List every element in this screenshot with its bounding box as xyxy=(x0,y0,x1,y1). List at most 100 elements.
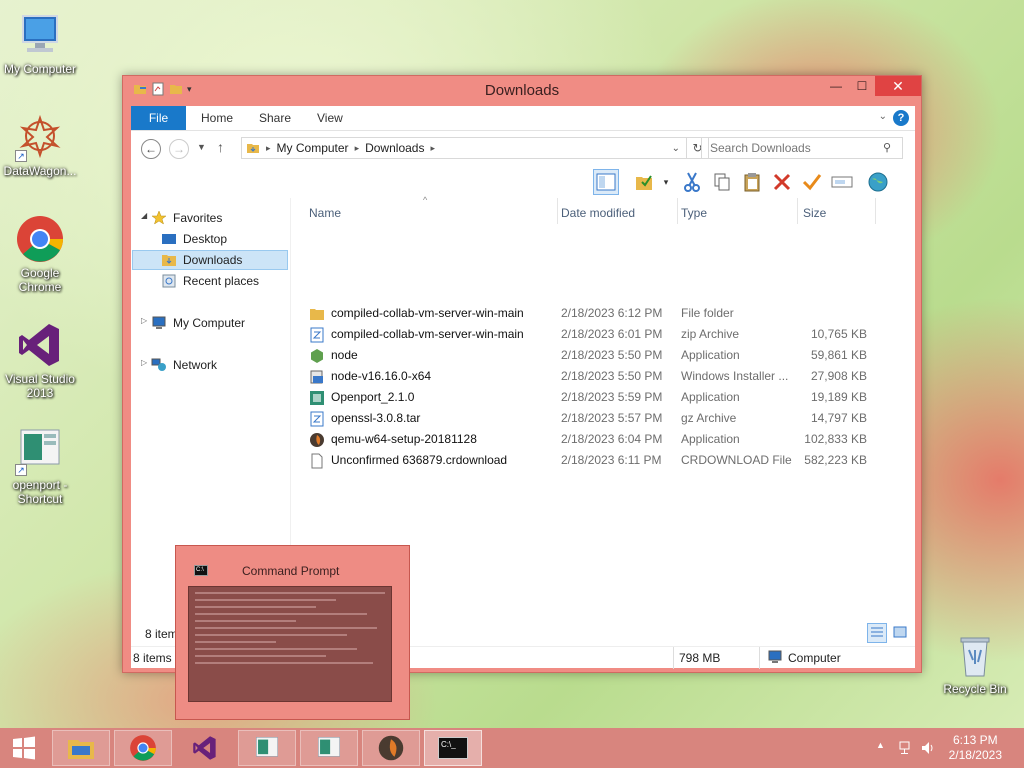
column-divider[interactable] xyxy=(797,198,798,224)
nav-item-favorites[interactable]: Favorites xyxy=(151,208,222,228)
desktop-icon-my-computer[interactable]: My Computer xyxy=(0,10,80,76)
tab-view[interactable]: View xyxy=(303,106,357,130)
file-row[interactable]: node 2/18/2023 5:50 PM Application 59,86… xyxy=(301,345,901,366)
desktop-icon-chrome[interactable]: Google Chrome xyxy=(0,214,80,294)
column-divider[interactable] xyxy=(677,198,678,224)
column-divider[interactable] xyxy=(557,198,558,224)
taskbar-visual-studio[interactable] xyxy=(176,730,234,766)
file-row[interactable]: Openport_2.1.0 2/18/2023 5:59 PM Applica… xyxy=(301,387,901,408)
collapse-chevron-icon[interactable]: ◢ xyxy=(141,211,147,220)
taskbar-command-prompt[interactable]: C:\_ xyxy=(424,730,482,766)
breadcrumb-downloads[interactable]: Downloads xyxy=(365,141,424,155)
expand-chevron-icon[interactable]: ▷ xyxy=(141,316,147,325)
nav-item-downloads[interactable]: Downloads xyxy=(132,250,288,270)
volume-icon[interactable] xyxy=(920,740,936,756)
window-controls: — ☐ ✕ xyxy=(823,76,921,96)
rename-icon[interactable] xyxy=(829,169,855,195)
preview-pane-icon[interactable] xyxy=(593,169,619,195)
zip-icon xyxy=(309,327,325,343)
column-header-size[interactable]: Size xyxy=(803,206,826,220)
desktop-icon-recycle-bin[interactable]: Recycle Bin xyxy=(935,630,1015,696)
taskbar: C:\_ ▲ 6:13 PM 2/18/2023 xyxy=(0,728,1024,768)
globe-icon[interactable] xyxy=(865,169,891,195)
desktop-icon-label: Visual Studio 2013 xyxy=(5,372,75,400)
file-row[interactable]: qemu-w64-setup-20181128 2/18/2023 6:04 P… xyxy=(301,429,901,450)
forward-button[interactable]: → xyxy=(169,139,189,159)
nav-item-network[interactable]: Network xyxy=(151,355,217,375)
breadcrumb-my-computer[interactable]: My Computer xyxy=(277,141,349,155)
thumbnail-title: Command Prompt xyxy=(242,564,340,578)
system-clock[interactable]: 6:13 PM 2/18/2023 xyxy=(949,733,1002,763)
minimize-button[interactable]: — xyxy=(823,76,849,96)
file-size: 582,223 KB xyxy=(804,453,867,467)
expand-chevron-icon[interactable]: ▷ xyxy=(141,358,147,367)
node-icon xyxy=(309,348,325,364)
openport-icon xyxy=(256,737,278,757)
cut-icon[interactable] xyxy=(679,169,705,195)
paste-icon[interactable] xyxy=(739,169,765,195)
recent-locations-icon[interactable]: ▼ xyxy=(197,142,206,152)
tab-home[interactable]: Home xyxy=(187,106,247,130)
close-button[interactable]: ✕ xyxy=(875,76,921,96)
column-header-date[interactable]: Date modified xyxy=(561,206,635,220)
up-arrow-icon[interactable]: ↑ xyxy=(217,139,224,155)
desktop-icon-openport[interactable]: ↗ openport - Shortcut xyxy=(0,426,80,506)
copy-icon[interactable] xyxy=(709,169,735,195)
file-name: node xyxy=(331,348,358,362)
address-input[interactable]: ▸ My Computer ▸ Downloads ▸ ⌄ xyxy=(241,137,687,159)
taskbar-openport-2[interactable] xyxy=(300,730,358,766)
delete-icon[interactable] xyxy=(769,169,795,195)
visual-studio-icon xyxy=(193,736,216,760)
tab-share[interactable]: Share xyxy=(245,106,305,130)
file-row[interactable]: openssl-3.0.8.tar 2/18/2023 5:57 PM gz A… xyxy=(301,408,901,429)
star-icon xyxy=(151,210,167,225)
cmd-icon: C:\ xyxy=(194,565,208,576)
search-icon: ⚲ xyxy=(883,142,892,154)
nav-item-my-computer[interactable]: My Computer xyxy=(151,313,245,333)
breadcrumb-chevron-icon[interactable]: ▸ xyxy=(430,143,435,154)
address-dropdown-icon[interactable]: ⌄ xyxy=(672,143,680,154)
file-name: compiled-collab-vm-server-win-main xyxy=(331,306,524,320)
desktop-icon xyxy=(161,232,177,246)
chevron-down-icon[interactable]: ▾ xyxy=(653,169,679,195)
command-prompt-thumbnail[interactable]: C:\ Command Prompt xyxy=(175,545,410,720)
desktop-icon-datawagon[interactable]: ↗ DataWagon... xyxy=(0,112,80,178)
computer-icon xyxy=(767,650,783,664)
column-divider[interactable] xyxy=(875,198,876,224)
file-date: 2/18/2023 6:12 PM xyxy=(561,306,663,320)
taskbar-file-explorer[interactable] xyxy=(52,730,110,766)
taskbar-qemu[interactable] xyxy=(362,730,420,766)
checkmark-icon[interactable] xyxy=(799,169,825,195)
back-button[interactable]: ← xyxy=(141,139,161,159)
ribbon-expand-icon[interactable]: ⌄ xyxy=(879,111,887,122)
title-bar[interactable]: ▾ Downloads — ☐ ✕ xyxy=(123,76,921,104)
file-row[interactable]: node-v16.16.0-x64 2/18/2023 5:50 PM Wind… xyxy=(301,366,901,387)
column-header-name[interactable]: Name xyxy=(309,206,341,220)
breadcrumb-chevron-icon[interactable]: ▸ xyxy=(355,143,360,154)
desktop-icon-visual-studio[interactable]: Visual Studio 2013 xyxy=(0,320,80,400)
taskbar-chrome[interactable] xyxy=(114,730,172,766)
show-hidden-icons-icon[interactable]: ▲ xyxy=(876,740,892,756)
tab-file[interactable]: File xyxy=(131,106,186,130)
taskbar-openport-1[interactable] xyxy=(238,730,296,766)
file-row[interactable]: compiled-collab-vm-server-win-main 2/18/… xyxy=(301,324,901,345)
nav-item-desktop[interactable]: Desktop xyxy=(161,229,286,249)
file-row[interactable]: compiled-collab-vm-server-win-main 2/18/… xyxy=(301,303,901,324)
file-row[interactable]: Unconfirmed 636879.crdownload 2/18/2023 … xyxy=(301,450,901,471)
breadcrumb-chevron-icon[interactable]: ▸ xyxy=(266,143,271,154)
status-divider xyxy=(759,647,760,669)
file-name: openssl-3.0.8.tar xyxy=(331,411,421,425)
computer-icon xyxy=(15,10,65,60)
nav-item-recent-places[interactable]: Recent places xyxy=(161,271,286,291)
network-icon[interactable] xyxy=(898,740,914,756)
address-bar-row: ← → ▼ ↑ ▸ My Computer ▸ Downloads ▸ ⌄ ↻ … xyxy=(131,130,915,166)
start-button[interactable] xyxy=(0,730,48,766)
file-type: File folder xyxy=(681,306,734,320)
search-input[interactable]: Search Downloads xyxy=(701,137,903,159)
help-icon[interactable]: ? xyxy=(893,110,909,126)
column-header-type[interactable]: Type xyxy=(681,206,707,220)
details-view-icon[interactable] xyxy=(867,623,887,643)
file-date: 2/18/2023 6:01 PM xyxy=(561,327,663,341)
large-icons-view-icon[interactable] xyxy=(891,623,911,643)
maximize-button[interactable]: ☐ xyxy=(849,76,875,96)
